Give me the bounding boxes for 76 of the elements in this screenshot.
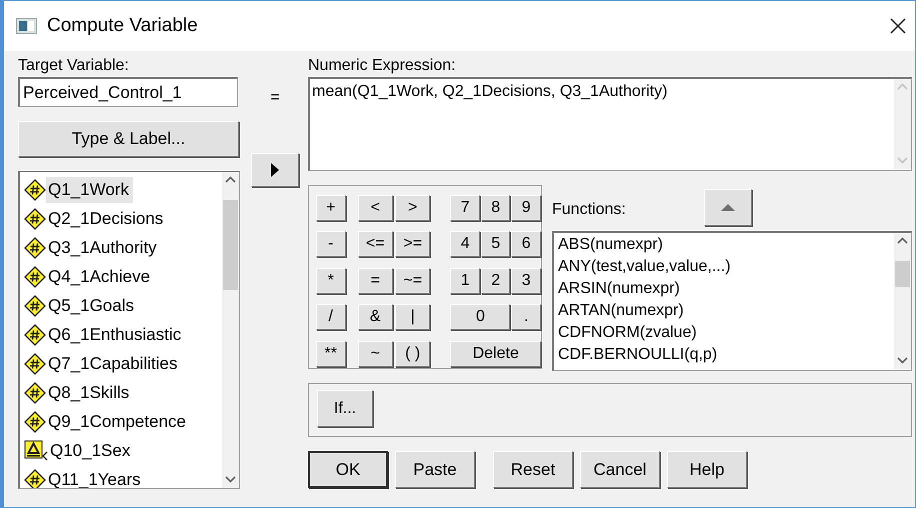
if-button[interactable]: If... — [317, 390, 373, 427]
function-item[interactable]: CDF.BERNOULLI(q,p) — [558, 344, 894, 366]
relation-key[interactable]: ~ — [358, 340, 393, 367]
variable-item[interactable]: Q8_1Skills — [46, 380, 134, 406]
digit-key[interactable]: 7 — [450, 195, 480, 221]
numeric-variable-icon — [24, 324, 46, 346]
function-item[interactable]: CDFNORM(zvalue) — [558, 322, 894, 344]
digit-key[interactable]: 9 — [511, 195, 542, 221]
functions-label: Functions: — [552, 200, 627, 219]
variable-item[interactable]: Q10_1Sex — [48, 438, 134, 464]
digit-key[interactable]: 6 — [511, 231, 542, 258]
close-icon[interactable] — [889, 17, 907, 35]
dialog-button[interactable]: OK — [308, 451, 388, 488]
variable-item[interactable]: Q3_1Authority — [46, 234, 161, 260]
dialog-button[interactable]: Reset — [493, 451, 573, 488]
string-variable-icon — [24, 440, 48, 462]
digit-key[interactable]: 8 — [480, 195, 510, 221]
dialog-button[interactable]: Help — [667, 451, 747, 488]
variable-item[interactable]: Q11_1Years — [46, 466, 145, 488]
dialog-button[interactable]: Paste — [395, 451, 475, 488]
operator-key[interactable]: - — [316, 231, 346, 258]
dialog-button[interactable]: Cancel — [580, 451, 660, 488]
target-variable-field[interactable]: Perceived_Control_1 — [18, 77, 238, 107]
function-item[interactable]: ABS(numexpr) — [558, 234, 894, 256]
numeric-expression-label: Numeric Expression: — [308, 57, 457, 76]
function-item[interactable]: ARSIN(numexpr) — [558, 278, 894, 300]
scrollbar-thumb[interactable] — [223, 200, 238, 290]
digit-key[interactable]: 5 — [480, 231, 510, 258]
numeric-variable-icon — [24, 266, 46, 288]
operator-key[interactable]: / — [316, 304, 346, 330]
variable-item[interactable]: Q7_1Capabilities — [46, 350, 182, 376]
digit-key[interactable]: . — [511, 304, 542, 330]
triangle-up-icon — [721, 202, 735, 212]
digit-key[interactable]: 4 — [450, 231, 480, 258]
relation-key[interactable]: | — [394, 304, 430, 330]
scrollbar-thumb[interactable] — [895, 261, 910, 287]
relation-key[interactable]: = — [358, 268, 393, 294]
move-up-button[interactable] — [704, 188, 752, 226]
numeric-variable-icon — [24, 208, 46, 230]
variable-item[interactable]: Q9_1Competence — [46, 408, 190, 434]
numeric-variable-icon — [24, 410, 46, 432]
function-item[interactable]: ARTAN(numexpr) — [558, 300, 894, 322]
operator-key[interactable]: ** — [316, 340, 346, 367]
variable-item[interactable]: Q4_1Achieve — [46, 264, 154, 290]
numeric-variable-icon — [24, 294, 46, 316]
variable-item[interactable]: Q6_1Enthusiastic — [46, 322, 186, 348]
numeric-variable-icon — [24, 178, 46, 200]
digit-key[interactable]: 1 — [450, 268, 480, 294]
digit-key[interactable]: Delete — [450, 340, 542, 367]
digit-key[interactable]: 2 — [480, 268, 510, 294]
variable-item[interactable]: Q1_1Work — [46, 176, 133, 202]
variable-item[interactable]: Q2_1Decisions — [46, 206, 168, 232]
numeric-variable-icon — [24, 236, 46, 258]
move-right-button[interactable] — [251, 153, 299, 187]
digit-key[interactable]: 3 — [511, 268, 542, 294]
relation-key[interactable]: ~= — [394, 268, 430, 294]
equals-sign: = — [270, 89, 280, 108]
relation-key[interactable]: <= — [358, 231, 393, 258]
numeric-variable-icon — [24, 468, 46, 488]
relation-key[interactable]: >= — [394, 231, 430, 258]
numeric-variable-icon — [24, 382, 46, 404]
relation-key[interactable]: ( ) — [394, 340, 430, 367]
type-label-button[interactable]: Type & Label... — [18, 121, 239, 157]
numeric-variable-icon — [24, 352, 46, 374]
digit-key[interactable]: 0 — [450, 304, 510, 330]
variable-item[interactable]: Q5_1Goals — [46, 292, 138, 318]
window-title: Compute Variable — [47, 15, 199, 37]
app-icon — [16, 18, 37, 34]
operator-key[interactable]: * — [316, 268, 346, 294]
relation-key[interactable]: & — [358, 304, 393, 330]
target-variable-label: Target Variable: — [18, 57, 130, 76]
triangle-right-icon — [270, 163, 280, 177]
operator-key[interactable]: + — [316, 195, 346, 221]
function-item[interactable]: ANY(test,value,value,...) — [558, 256, 894, 278]
relation-key[interactable]: < — [358, 195, 393, 221]
relation-key[interactable]: > — [394, 195, 430, 221]
